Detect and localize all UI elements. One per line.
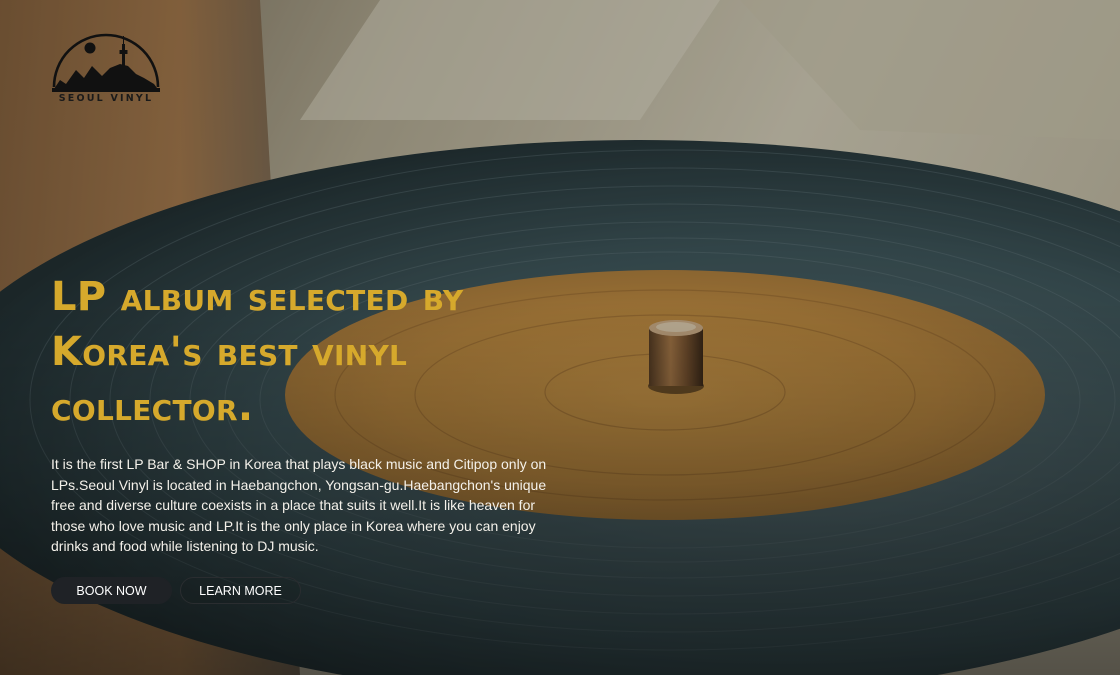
seoul-skyline-logo-icon xyxy=(52,33,160,92)
book-now-button[interactable]: BOOK NOW xyxy=(51,577,172,604)
logo-text: SEOUL VINYL xyxy=(58,93,154,104)
learn-more-button[interactable]: LEARN MORE xyxy=(180,577,301,604)
seoul-vinyl-logo[interactable]: SEOUL VINYL xyxy=(50,30,162,108)
hero-section: SEOUL VINYL LP album selected by Korea's… xyxy=(0,0,1120,675)
hero-description: It is the first LP Bar & SHOP in Korea t… xyxy=(51,456,547,554)
hero-headline: LP album selected by Korea's best vinyl … xyxy=(51,274,464,430)
